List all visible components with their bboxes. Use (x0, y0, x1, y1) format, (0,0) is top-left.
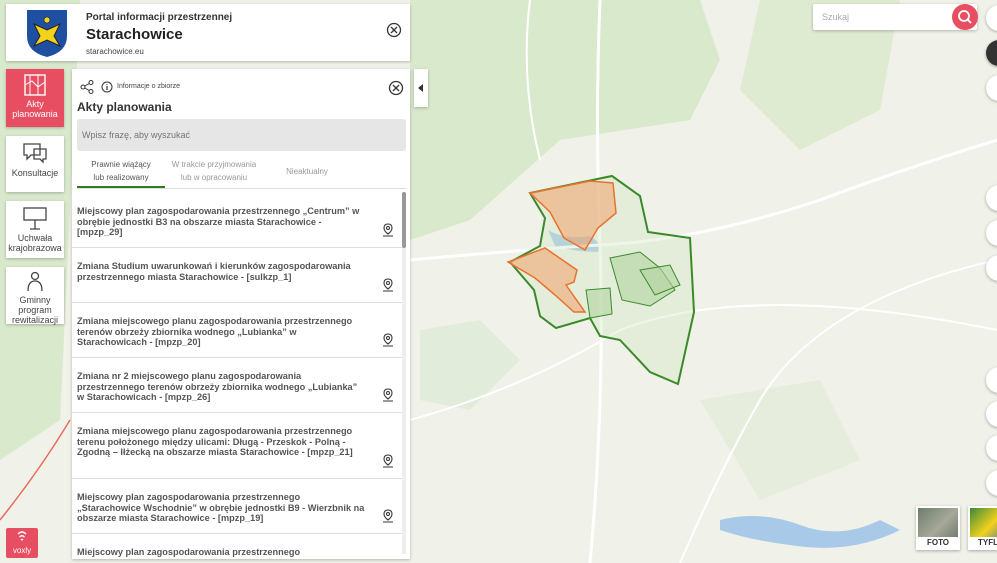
portal-header: Portal informacji przestrzennej Staracho… (6, 4, 410, 61)
nav-label: Akty planowania (12, 99, 58, 119)
voxly-icon (17, 531, 27, 541)
list-scrollbar[interactable] (402, 192, 406, 554)
nav-label: Konsultacje (11, 168, 59, 178)
close-icon[interactable] (386, 22, 402, 38)
plan-title: Zmiana Studium uwarunkowań i kierunków z… (77, 261, 351, 282)
plan-title: Zmiana miejscowego planu zagospodarowani… (77, 426, 353, 457)
plan-title: Miejscowy plan zagospodarowania przestrz… (77, 547, 301, 557)
nav-label: Uchwała krajobrazowa (8, 233, 62, 253)
info-icon[interactable] (101, 81, 113, 93)
search-icon (958, 10, 972, 24)
voxly-button[interactable]: voxly (6, 528, 38, 558)
portal-name: Portal informacji przestrzennej (86, 12, 233, 23)
nav-item-konsultacje[interactable]: Konsultacje (6, 136, 64, 192)
status-tabs: Prawnie wiążący lub realizowany W trakci… (77, 155, 406, 189)
basemap-tyflo-button[interactable]: TYFL (968, 506, 997, 550)
scrollbar-thumb[interactable] (402, 192, 406, 248)
location-pin-icon[interactable] (382, 278, 394, 292)
list-item[interactable]: Zmiana Studium uwarunkowań i kierunków z… (72, 248, 406, 303)
billboard-icon (23, 207, 47, 230)
city-name: Starachowice (86, 26, 183, 43)
plans-list: Miejscowy plan zagospodarowania przestrz… (72, 193, 406, 559)
basemap-label: FOTO (918, 537, 958, 548)
plan-title: Miejscowy plan zagospodarowania przestrz… (77, 492, 365, 523)
chevron-left-icon (418, 84, 423, 92)
chat-bubbles-icon (23, 143, 47, 164)
plan-title: Zmiana nr 2 miejscowego planu zagospodar… (77, 371, 358, 402)
location-pin-icon[interactable] (382, 454, 394, 468)
tab-w-trakcie[interactable]: W trakcie przyjmowania lub w opracowaniu (165, 155, 263, 188)
voxly-label: voxly (12, 546, 32, 555)
list-item[interactable]: Zmiana nr 2 miejscowego planu zagospodar… (72, 358, 406, 413)
search-button[interactable] (952, 4, 978, 30)
map-search-box[interactable]: Szukaj (813, 4, 978, 30)
plan-title: Miejscowy plan zagospodarowania przestrz… (77, 206, 360, 237)
nav-item-akty-planowania[interactable]: Akty planowania (6, 69, 64, 127)
location-pin-icon[interactable] (382, 509, 394, 523)
location-pin-icon[interactable] (382, 333, 394, 347)
close-icon[interactable] (388, 80, 404, 96)
nav-item-uchwala-krajobrazowa[interactable]: Uchwała krajobrazowa (6, 201, 64, 258)
list-item[interactable]: Miejscowy plan zagospodarowania przestrz… (72, 534, 406, 559)
location-pin-icon[interactable] (382, 223, 394, 237)
people-icon (27, 271, 43, 292)
list-item[interactable]: Miejscowy plan zagospodarowania przestrz… (72, 479, 406, 534)
tab-label: lub w opracowaniu (180, 173, 248, 182)
city-domain: starachowice.eu (86, 47, 144, 56)
tab-label: Prawnie wiążący (91, 160, 151, 169)
info-label[interactable]: Informacje o zbiorze (117, 83, 180, 90)
basemap-foto-button[interactable]: FOTO (916, 506, 960, 550)
document-map-icon (24, 74, 46, 96)
share-icon[interactable] (80, 80, 94, 94)
location-pin-icon[interactable] (382, 388, 394, 402)
tab-label: W trakcie przyjmowania (171, 160, 257, 169)
tab-prawnie-wiazacy[interactable]: Prawnie wiążący lub realizowany (77, 155, 165, 188)
list-item[interactable]: Zmiana miejscowego planu zagospodarowani… (72, 413, 406, 479)
plans-search-input[interactable] (77, 119, 406, 151)
plan-title: Zmiana miejscowego planu zagospodarowani… (77, 316, 353, 347)
tab-label: Nieaktualny (286, 167, 328, 176)
map-search-placeholder: Szukaj (822, 12, 850, 22)
list-item[interactable]: Zmiana miejscowego planu zagospodarowani… (72, 303, 406, 358)
nav-label: Gminny program rewitalizacji (11, 295, 58, 325)
tab-nieaktualny[interactable]: Nieaktualny (263, 155, 351, 188)
panel-title: Akty planowania (77, 100, 172, 114)
nav-item-gminny-program[interactable]: Gminny program rewitalizacji (6, 267, 64, 325)
tab-label: lub realizowany (93, 173, 149, 182)
city-crest-icon (27, 10, 67, 57)
list-item[interactable]: Miejscowy plan zagospodarowania przestrz… (72, 193, 406, 248)
basemap-label: TYFL (970, 537, 997, 548)
plans-panel: Informacje o zbiorze Akty planowania Pra… (72, 69, 410, 559)
collapse-panel-button[interactable] (414, 69, 428, 107)
